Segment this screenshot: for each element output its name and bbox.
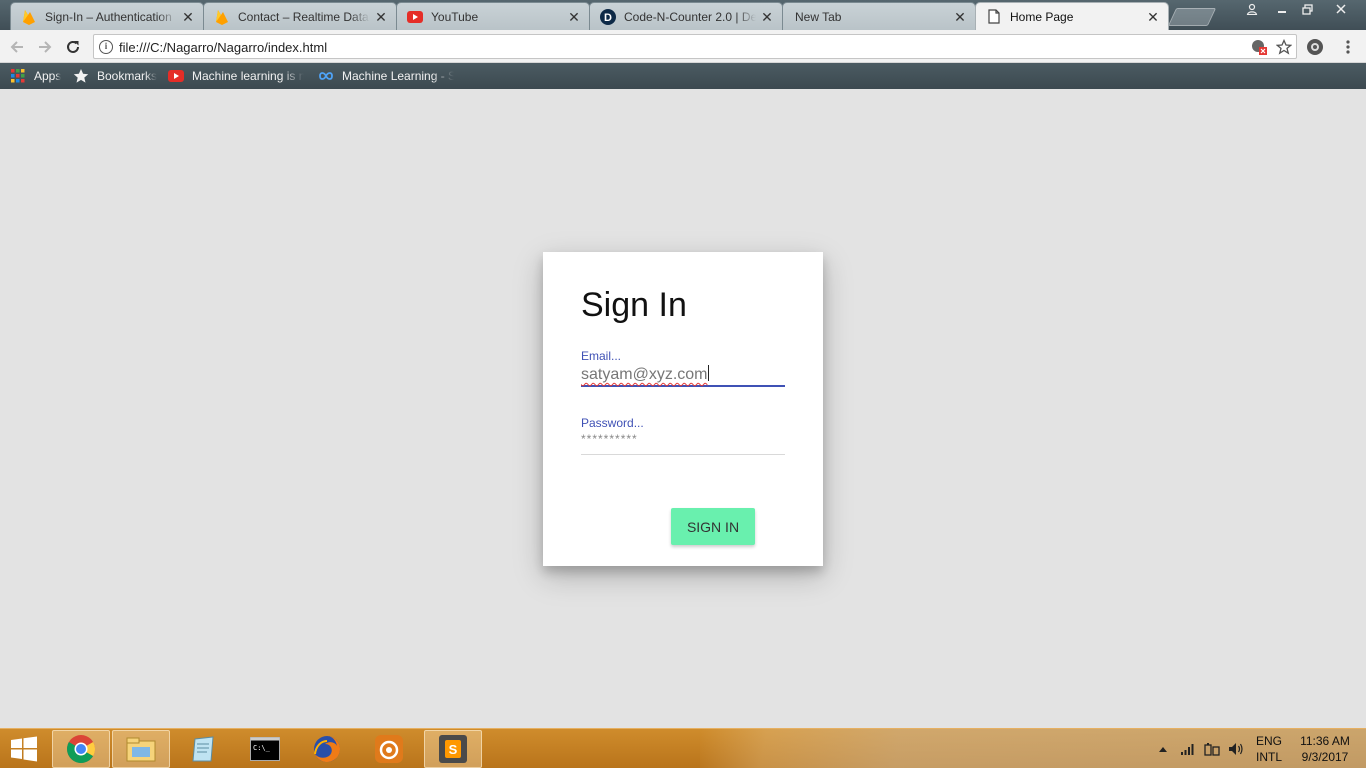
- new-tab-button[interactable]: [1167, 8, 1217, 26]
- network-signal-icon[interactable]: [1178, 729, 1198, 768]
- password-field[interactable]: **********: [581, 432, 785, 455]
- minimize-icon[interactable]: [1269, 0, 1295, 18]
- tab-code-n-counter[interactable]: D Code-N-Counter 2.0 | De ✕: [589, 2, 783, 30]
- svg-text:D: D: [604, 12, 612, 24]
- windows-start-icon[interactable]: [10, 736, 38, 762]
- d-logo-icon: D: [600, 8, 616, 25]
- bookmark-label: Bookmarks: [97, 69, 158, 83]
- bookmark-bookmarks[interactable]: Bookmarks: [73, 67, 157, 85]
- sign-in-card: Sign In Email... satyam@xyz.com Password…: [543, 252, 823, 566]
- close-icon[interactable]: ✕: [953, 10, 967, 24]
- taskbar: C:\_ S ENG INTL 11:36 AM 9/3/2017: [0, 728, 1366, 768]
- bookmark-label: Machine learning is n: [192, 69, 304, 83]
- reload-icon[interactable]: [62, 36, 84, 58]
- close-icon[interactable]: ✕: [181, 10, 195, 24]
- email-value: satyam@xyz.com: [581, 366, 708, 383]
- tab-title: YouTube: [431, 9, 479, 24]
- firebase-icon: [214, 9, 230, 25]
- tab-title: New Tab: [795, 9, 842, 24]
- bookmark-apps[interactable]: Apps: [10, 67, 61, 85]
- toolbar: i file:///C:/Nagarro/Nagarro/index.html: [0, 30, 1366, 63]
- password-value: **********: [581, 432, 638, 446]
- forward-icon[interactable]: [34, 36, 56, 58]
- firefox-icon[interactable]: [298, 730, 356, 768]
- clock-time: 11:36 AM: [1300, 734, 1350, 748]
- bookmarks-bar: Apps Bookmarks Machine learning is n Mac…: [0, 63, 1366, 89]
- page-title: Sign In: [581, 286, 687, 324]
- apps-grid-icon: [10, 68, 26, 84]
- profile-icon[interactable]: [1239, 0, 1265, 18]
- bookmark-machine-learning-video[interactable]: Machine learning is n: [168, 67, 308, 85]
- url-text: file:///C:/Nagarro/Nagarro/index.html: [119, 40, 328, 55]
- chrome-icon[interactable]: [52, 730, 110, 768]
- file-explorer-icon[interactable]: [112, 730, 170, 768]
- tab-title: Home Page: [1010, 9, 1074, 24]
- browser-chrome: Sign-In – Authentication ✕ Contact – Rea…: [0, 0, 1366, 89]
- firebase-icon: [21, 9, 37, 25]
- email-field[interactable]: satyam@xyz.com: [581, 365, 785, 387]
- address-bar[interactable]: i file:///C:/Nagarro/Nagarro/index.html: [93, 34, 1297, 59]
- keyboard-layout: INTL: [1255, 750, 1282, 764]
- back-icon[interactable]: [6, 36, 28, 58]
- email-label: Email...: [581, 349, 622, 363]
- star-icon: [73, 68, 89, 84]
- svg-text:S: S: [449, 742, 458, 757]
- translate-blocked-icon[interactable]: [1251, 39, 1267, 55]
- svg-text:C:\_: C:\_: [253, 744, 271, 752]
- command-prompt-icon[interactable]: C:\_: [236, 730, 294, 768]
- text-caret: [708, 365, 710, 381]
- star-icon[interactable]: [1276, 39, 1292, 55]
- bookmark-machine-learning-course[interactable]: Machine Learning - S: [318, 67, 458, 85]
- restore-icon[interactable]: [1294, 0, 1320, 18]
- tab-home-page[interactable]: Home Page ✕: [975, 2, 1169, 30]
- clock[interactable]: 11:36 AM 9/3/2017: [1290, 733, 1360, 765]
- volume-icon[interactable]: [1226, 729, 1246, 768]
- bookmark-label: Machine Learning - S: [342, 69, 454, 83]
- tab-new-tab[interactable]: New Tab ✕: [782, 2, 976, 30]
- tab-strip: Sign-In – Authentication ✕ Contact – Rea…: [0, 0, 1366, 30]
- page-icon: [986, 9, 1002, 25]
- menu-icon[interactable]: [1337, 36, 1359, 58]
- info-icon[interactable]: i: [99, 40, 113, 54]
- tab-youtube[interactable]: YouTube ✕: [396, 2, 590, 30]
- bookmark-label: Apps: [34, 69, 62, 83]
- sublime-text-icon[interactable]: S: [424, 730, 482, 768]
- tab-sign-in-authentication[interactable]: Sign-In – Authentication ✕: [10, 2, 204, 30]
- close-window-icon[interactable]: [1324, 0, 1358, 18]
- language-code: ENG: [1255, 734, 1282, 748]
- close-icon[interactable]: ✕: [760, 10, 774, 24]
- password-label: Password...: [581, 416, 644, 430]
- extension-icon[interactable]: [1304, 36, 1326, 58]
- tab-title: Contact – Realtime Datab: [238, 9, 370, 24]
- tab-contact-realtime-database[interactable]: Contact – Realtime Datab ✕: [203, 2, 397, 30]
- close-icon[interactable]: ✕: [1146, 10, 1160, 24]
- sign-in-button[interactable]: SIGN IN: [671, 508, 755, 545]
- clock-date: 9/3/2017: [1301, 750, 1349, 764]
- tab-title: Sign-In – Authentication: [45, 9, 172, 24]
- show-hidden-icons-icon[interactable]: [1156, 729, 1170, 768]
- tab-title: Code-N-Counter 2.0 | De: [624, 9, 756, 24]
- youtube-icon: [407, 9, 423, 25]
- infinity-icon: [318, 68, 334, 84]
- language-indicator[interactable]: ENG INTL: [1252, 733, 1286, 765]
- notepad-icon[interactable]: [174, 730, 232, 768]
- battery-icon[interactable]: [1202, 729, 1222, 768]
- app-icon[interactable]: [360, 730, 418, 768]
- youtube-icon: [168, 68, 184, 84]
- close-icon[interactable]: ✕: [567, 10, 581, 24]
- close-icon[interactable]: ✕: [374, 10, 388, 24]
